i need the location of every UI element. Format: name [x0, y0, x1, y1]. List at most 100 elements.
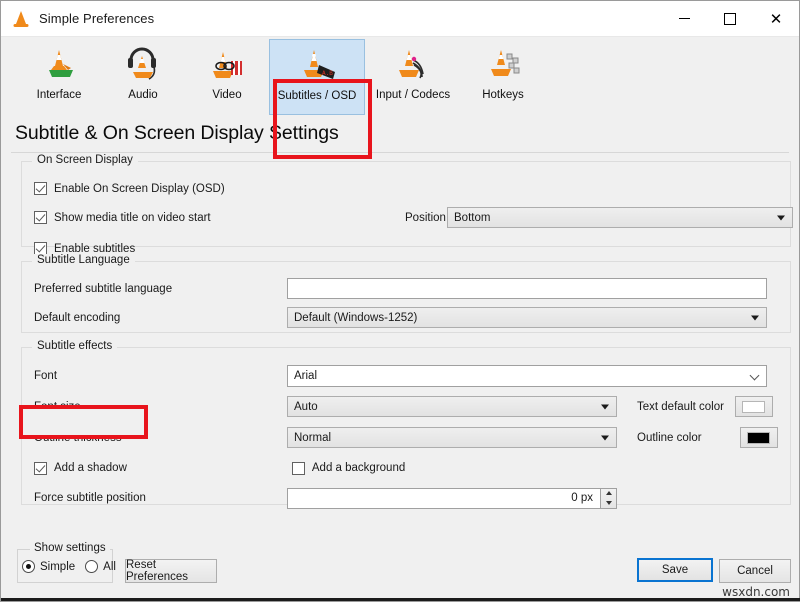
- simple-radio-label: Simple: [40, 560, 76, 573]
- preferences-toolbar: Interface Audio Video A.B Subtitles / OS…: [1, 37, 799, 159]
- vlc-cone-subtitles-icon: A.B: [295, 45, 339, 87]
- outline-color-button[interactable]: [739, 427, 778, 448]
- reset-preferences-button[interactable]: Reset Preferences: [125, 559, 217, 583]
- position-combobox[interactable]: Bottom: [447, 207, 793, 228]
- simple-preferences-window: Simple Preferences ✕ Interface Audio Vid…: [0, 0, 800, 602]
- preferred-language-row: Preferred subtitle language: [34, 276, 778, 301]
- force-subtitle-position-value[interactable]: 0 px: [287, 487, 601, 509]
- save-button[interactable]: Save: [637, 558, 713, 582]
- chevron-down-icon: [777, 215, 785, 220]
- show-media-title-label: Show media title on video start: [54, 211, 211, 224]
- stepper-buttons[interactable]: [601, 487, 617, 509]
- add-shadow-label: Add a shadow: [54, 462, 127, 474]
- vlc-cone-video-icon: [205, 44, 249, 86]
- tab-input-codecs[interactable]: Input / Codecs: [365, 39, 461, 115]
- simple-radio[interactable]: [22, 560, 35, 573]
- text-default-color-label: Text default color: [637, 400, 724, 413]
- font-size-combobox[interactable]: Auto: [287, 396, 617, 417]
- force-subtitle-position-label: Force subtitle position: [34, 492, 146, 504]
- subtitle-language-group-legend: Subtitle Language: [32, 254, 135, 266]
- show-media-title-checkbox[interactable]: [34, 211, 47, 224]
- settings-content: On Screen Display Enable On Screen Displ…: [1, 154, 799, 547]
- tab-subtitles-osd-label: Subtitles / OSD: [277, 90, 357, 102]
- font-label: Font: [34, 369, 58, 382]
- annotation-mask: [23, 409, 144, 435]
- vlc-cone-input-icon: [391, 44, 435, 86]
- outline-thickness-value: Normal: [294, 431, 332, 444]
- tab-audio-label: Audio: [128, 89, 158, 101]
- maximize-icon[interactable]: [707, 1, 753, 36]
- preferred-language-input[interactable]: [287, 278, 767, 299]
- tab-input-codecs-label: Input / Codecs: [375, 89, 451, 101]
- minimize-icon[interactable]: [661, 1, 707, 36]
- watermark: wsxdn.com: [722, 585, 790, 599]
- on-screen-display-group: On Screen Display Enable On Screen Displ…: [21, 154, 793, 255]
- default-encoding-combobox[interactable]: Default (Windows-1252): [287, 307, 767, 328]
- enable-osd-row[interactable]: Enable On Screen Display (OSD): [34, 176, 778, 201]
- tab-video[interactable]: Video: [185, 39, 269, 115]
- font-combobox[interactable]: Arial: [287, 364, 767, 387]
- show-media-title-row[interactable]: Show media title on video start Position…: [34, 205, 793, 230]
- show-settings-all-option[interactable]: All: [85, 560, 116, 573]
- show-settings-group: Show settings Simple All: [17, 542, 116, 583]
- footer-bar: Show settings Simple All Reset Preferenc…: [1, 542, 799, 601]
- position-value: Bottom: [454, 211, 491, 224]
- tab-subtitles-osd[interactable]: A.B Subtitles / OSD: [269, 39, 365, 115]
- tab-hotkeys-label: Hotkeys: [482, 89, 524, 101]
- force-subtitle-position-row: Force subtitle position 0 px: [34, 485, 778, 511]
- force-subtitle-position-stepper[interactable]: 0 px: [287, 487, 617, 509]
- default-encoding-row: Default encoding Default (Windows-1252): [34, 305, 778, 330]
- vlc-cone-hotkeys-icon: [481, 44, 525, 86]
- chevron-down-icon: [601, 435, 609, 440]
- chevron-down-icon: [749, 370, 760, 380]
- tab-audio[interactable]: Audio: [101, 39, 185, 115]
- page-title: Subtitle & On Screen Display Settings: [15, 122, 339, 144]
- default-encoding-value: Default (Windows-1252): [294, 311, 418, 324]
- add-background-label: Add a background: [311, 462, 406, 474]
- cancel-button[interactable]: Cancel: [719, 559, 791, 583]
- close-icon[interactable]: ✕: [753, 1, 799, 36]
- subtitle-language-group: Subtitle Language Preferred subtitle lan…: [21, 254, 791, 333]
- font-size-value: Auto: [294, 400, 318, 413]
- heading-divider: [11, 152, 789, 153]
- stepper-up-icon[interactable]: [601, 489, 616, 499]
- bottom-strip: [1, 598, 800, 601]
- text-default-color-swatch: [742, 400, 766, 413]
- vlc-cone-icon: [37, 44, 81, 86]
- show-settings-simple-option[interactable]: Simple: [22, 560, 75, 573]
- font-size-row: Font size Auto Text default color: [34, 393, 778, 420]
- enable-subtitles-row[interactable]: Enable subtitles: [34, 236, 778, 261]
- osd-group-legend: On Screen Display: [32, 154, 138, 166]
- chevron-down-icon: [751, 315, 759, 320]
- outline-color-swatch: [747, 431, 771, 444]
- enable-osd-label: Enable On Screen Display (OSD): [54, 182, 225, 195]
- tab-hotkeys[interactable]: Hotkeys: [461, 39, 545, 115]
- outline-thickness-row: Outline thickness Normal Outline color: [34, 424, 778, 451]
- add-background-checkbox[interactable]: [291, 461, 305, 475]
- window-title: Simple Preferences: [39, 11, 155, 26]
- show-settings-legend: Show settings: [30, 542, 110, 554]
- enable-subtitles-label: Enable subtitles: [54, 242, 136, 255]
- default-encoding-label: Default encoding: [34, 311, 121, 324]
- add-shadow-checkbox[interactable]: [34, 461, 47, 475]
- tab-interface-label: Interface: [36, 89, 82, 101]
- outline-thickness-combobox[interactable]: Normal: [287, 427, 617, 448]
- font-value: Arial: [294, 369, 318, 382]
- vlc-cone-headphones-icon: [121, 44, 165, 86]
- tab-interface[interactable]: Interface: [17, 39, 101, 115]
- svg-text:A.B: A.B: [322, 70, 333, 77]
- all-radio[interactable]: [85, 560, 99, 573]
- title-bar: Simple Preferences ✕: [1, 1, 799, 37]
- font-row: Font Arial: [34, 362, 778, 389]
- enable-osd-checkbox[interactable]: [34, 182, 47, 195]
- subtitle-effects-group-legend: Subtitle effects: [32, 340, 118, 352]
- tab-video-label: Video: [212, 89, 242, 101]
- chevron-down-icon: [601, 404, 609, 409]
- text-default-color-button[interactable]: [734, 396, 773, 417]
- shadow-background-row: Add a shadow Add a background: [34, 455, 778, 481]
- stepper-down-icon[interactable]: [601, 498, 616, 508]
- position-label: Position: [405, 211, 446, 224]
- outline-color-label: Outline color: [637, 431, 702, 444]
- all-radio-label: All: [103, 560, 116, 573]
- preferred-language-label: Preferred subtitle language: [34, 282, 173, 295]
